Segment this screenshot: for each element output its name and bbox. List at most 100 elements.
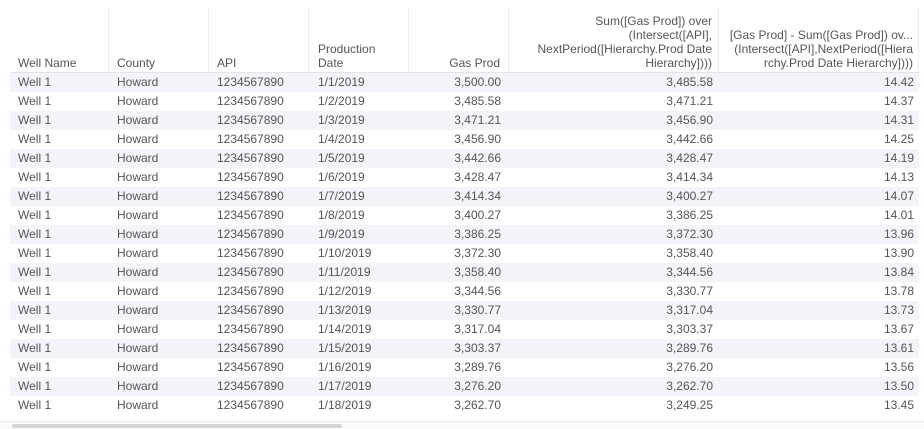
- cell-diff: 13.50: [883, 379, 914, 393]
- cell-api: 1234567890: [217, 132, 284, 146]
- cell-sum: 3,372.30: [666, 227, 713, 241]
- cell-date: 1/18/2019: [318, 398, 372, 412]
- table-row[interactable]: Well 1 Howard 1234567890 1/14/2019 3,317.04 3…: [10, 320, 919, 339]
- cell-api: 1234567890: [217, 94, 284, 108]
- cell-date: 1/3/2019: [318, 113, 365, 127]
- column-header-label: County: [117, 56, 156, 70]
- table-row[interactable]: Well 1 Howard 1234567890 1/17/2019 3,276.20 3…: [10, 377, 919, 396]
- cell-diff: 13.78: [883, 284, 914, 298]
- column-header-date[interactable]: Production Date: [310, 8, 409, 72]
- table-row[interactable]: Well 1 Howard 1234567890 1/11/2019 3,358.40 3…: [10, 263, 919, 282]
- column-header-county[interactable]: County: [110, 8, 209, 72]
- table-row[interactable]: Well 1 Howard 1234567890 1/5/2019 3,442.66 3,…: [10, 149, 919, 168]
- cell-api: 1234567890: [217, 189, 284, 203]
- cell-gas: 3,372.30: [454, 246, 501, 260]
- cell-county: Howard: [117, 113, 159, 127]
- cell-well: Well 1: [18, 360, 52, 374]
- cell-date: 1/7/2019: [318, 189, 365, 203]
- cell-gas: 3,471.21: [454, 113, 501, 127]
- cell-date: 1/4/2019: [318, 132, 365, 146]
- table-row[interactable]: Well 1 Howard 1234567890 1/15/2019 3,303.37 3…: [10, 339, 919, 358]
- data-table: Well Name County API Production Date Gas Pro…: [0, 0, 924, 429]
- cell-date: 1/2/2019: [318, 94, 365, 108]
- column-header-diff[interactable]: [Gas Prod] - Sum([Gas Prod]) ov... (Inte…: [720, 8, 919, 72]
- cell-api: 1234567890: [217, 151, 284, 165]
- table-row[interactable]: Well 1 Howard 1234567890 1/9/2019 3,386.25 3,…: [10, 225, 919, 244]
- cell-date: 1/14/2019: [318, 322, 372, 336]
- cell-date: 1/5/2019: [318, 151, 365, 165]
- cell-date: 1/15/2019: [318, 341, 372, 355]
- column-header-label: [Gas Prod] - Sum([Gas Prod]) ov... (Inte…: [729, 28, 913, 70]
- cell-diff: 13.67: [883, 322, 914, 336]
- cell-well: Well 1: [18, 341, 52, 355]
- cell-gas: 3,289.76: [454, 360, 501, 374]
- column-header-sum[interactable]: Sum([Gas Prod]) over (Intersect([API], N…: [510, 8, 719, 72]
- cell-well: Well 1: [18, 398, 52, 412]
- cell-diff: 14.25: [883, 132, 914, 146]
- table-row[interactable]: Well 1 Howard 1234567890 1/10/2019 3,372.30 3…: [10, 244, 919, 263]
- table-row[interactable]: Well 1 Howard 1234567890 1/8/2019 3,400.27 3,…: [10, 206, 919, 225]
- column-header-api[interactable]: API: [210, 8, 309, 72]
- cell-well: Well 1: [18, 94, 52, 108]
- cell-diff: 14.42: [883, 75, 914, 89]
- horizontal-scrollbar[interactable]: [0, 421, 924, 429]
- column-header-label: Gas Prod: [449, 56, 500, 70]
- table-row[interactable]: Well 1 Howard 1234567890 1/12/2019 3,344.56 3…: [10, 282, 919, 301]
- scrollbar-thumb[interactable]: [12, 424, 342, 428]
- table-row[interactable]: Well 1 Howard 1234567890 1/6/2019 3,428.47 3,…: [10, 168, 919, 187]
- column-header-label: Well Name: [18, 56, 77, 70]
- cell-diff: 13.84: [883, 265, 914, 279]
- cell-gas: 3,456.90: [454, 132, 501, 146]
- cell-api: 1234567890: [217, 284, 284, 298]
- cell-diff: 13.90: [883, 246, 914, 260]
- cell-county: Howard: [117, 284, 159, 298]
- table-row[interactable]: Well 1 Howard 1234567890 1/18/2019 3,262.70 3…: [10, 396, 919, 415]
- cell-well: Well 1: [18, 379, 52, 393]
- cell-well: Well 1: [18, 284, 52, 298]
- cell-county: Howard: [117, 94, 159, 108]
- cell-sum: 3,428.47: [666, 151, 713, 165]
- column-header-label: Sum([Gas Prod]) over (Intersect([API], N…: [537, 14, 712, 70]
- cell-diff: 14.07: [883, 189, 914, 203]
- cell-county: Howard: [117, 303, 159, 317]
- cell-diff: 14.31: [883, 113, 914, 127]
- cell-diff: 14.19: [883, 151, 914, 165]
- cell-sum: 3,289.76: [666, 341, 713, 355]
- cell-county: Howard: [117, 341, 159, 355]
- table-row[interactable]: Well 1 Howard 1234567890 1/7/2019 3,414.34 3,…: [10, 187, 919, 206]
- cell-api: 1234567890: [217, 113, 284, 127]
- cell-gas: 3,262.70: [454, 398, 501, 412]
- cell-api: 1234567890: [217, 379, 284, 393]
- cell-diff: 13.56: [883, 360, 914, 374]
- cell-api: 1234567890: [217, 227, 284, 241]
- table-row[interactable]: Well 1 Howard 1234567890 1/16/2019 3,289.76 3…: [10, 358, 919, 377]
- table-row[interactable]: Well 1 Howard 1234567890 1/4/2019 3,456.90 3,…: [10, 130, 919, 149]
- cell-api: 1234567890: [217, 398, 284, 412]
- cell-well: Well 1: [18, 246, 52, 260]
- cell-date: 1/12/2019: [318, 284, 372, 298]
- column-header-well[interactable]: Well Name: [10, 8, 109, 72]
- table-row[interactable]: Well 1 Howard 1234567890 1/13/2019 3,330.77 3…: [10, 301, 919, 320]
- cell-well: Well 1: [18, 265, 52, 279]
- cell-county: Howard: [117, 75, 159, 89]
- cell-gas: 3,485.58: [454, 94, 501, 108]
- cell-sum: 3,442.66: [666, 132, 713, 146]
- cell-api: 1234567890: [217, 75, 284, 89]
- cell-county: Howard: [117, 360, 159, 374]
- cell-date: 1/13/2019: [318, 303, 372, 317]
- cell-county: Howard: [117, 227, 159, 241]
- table-row[interactable]: Well 1 Howard 1234567890 1/1/2019 3,500.00 3,…: [10, 73, 919, 92]
- cell-api: 1234567890: [217, 303, 284, 317]
- cell-date: 1/16/2019: [318, 360, 372, 374]
- table-row[interactable]: Well 1 Howard 1234567890 1/3/2019 3,471.21 3,…: [10, 111, 919, 130]
- table-header: Well Name County API Production Date Gas Pro…: [10, 8, 919, 73]
- cell-diff: 14.13: [883, 170, 914, 184]
- cell-date: 1/11/2019: [318, 265, 371, 279]
- column-header-gas[interactable]: Gas Prod: [410, 8, 509, 72]
- cell-api: 1234567890: [217, 246, 284, 260]
- cell-sum: 3,303.37: [666, 322, 713, 336]
- table-row[interactable]: Well 1 Howard 1234567890 1/2/2019 3,485.58 3,…: [10, 92, 919, 111]
- cell-well: Well 1: [18, 189, 52, 203]
- cell-well: Well 1: [18, 322, 52, 336]
- cell-gas: 3,414.34: [454, 189, 501, 203]
